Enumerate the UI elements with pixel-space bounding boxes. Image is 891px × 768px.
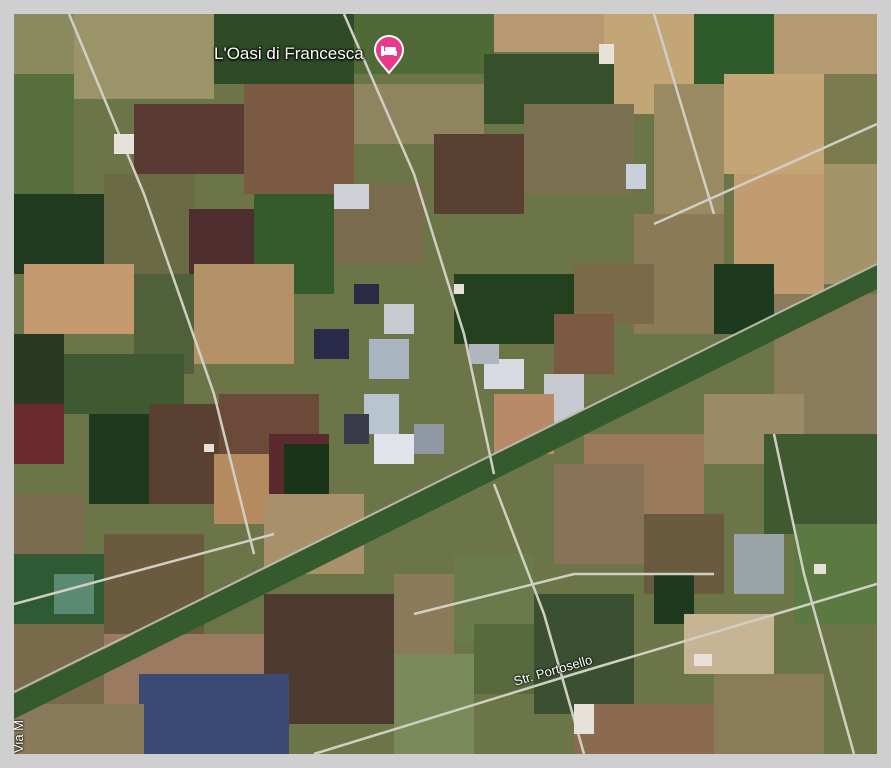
satellite-map[interactable]: L'Oasi di Francesca Str. Portosello Via … [14, 14, 877, 754]
satellite-imagery [14, 14, 877, 754]
place-label[interactable]: L'Oasi di Francesca [214, 44, 364, 64]
place-marker[interactable]: L'Oasi di Francesca [214, 34, 406, 74]
road-label-via: Via M [14, 720, 26, 753]
hotel-bed-icon[interactable] [372, 34, 406, 74]
map-frame: L'Oasi di Francesca Str. Portosello Via … [0, 0, 891, 768]
